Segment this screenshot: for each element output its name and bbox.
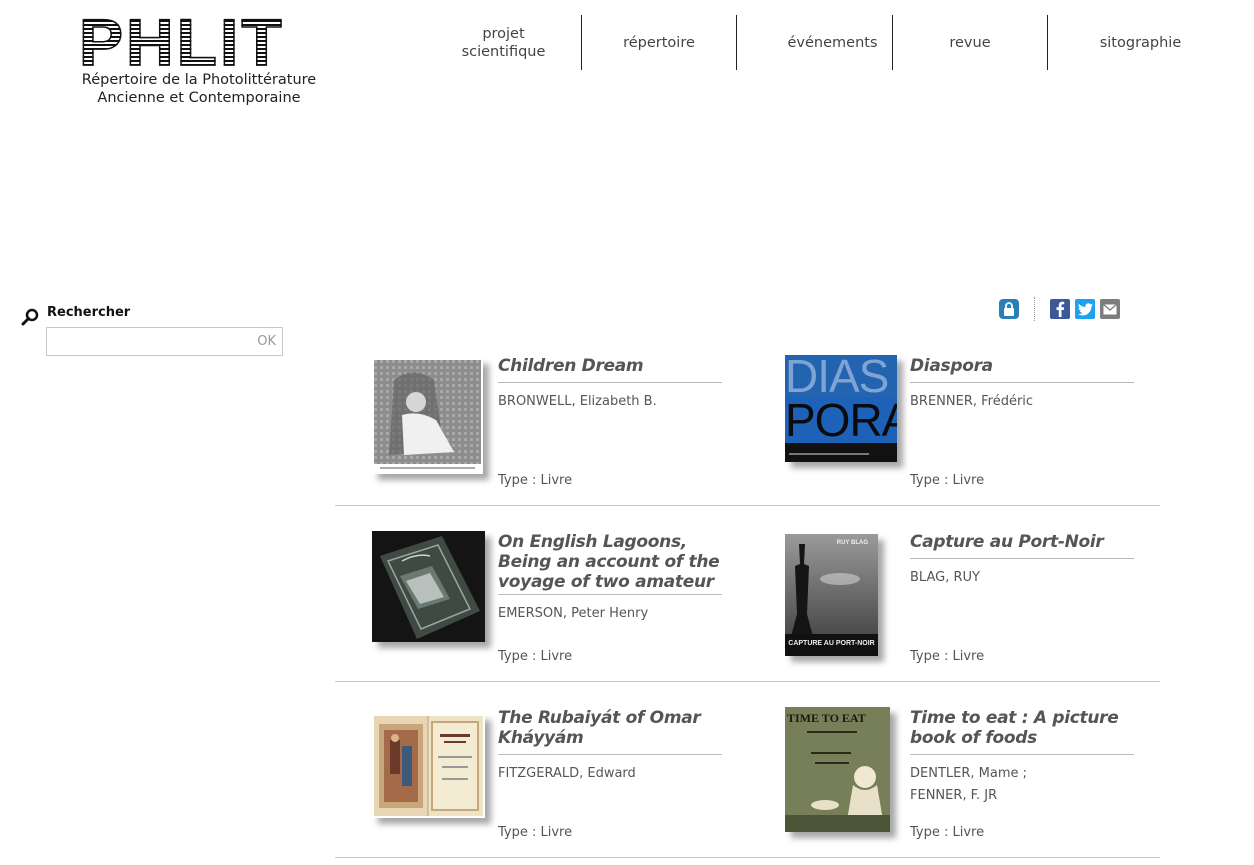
result-title[interactable]: Children Dream (498, 356, 722, 376)
result-card[interactable]: On English Lagoons, Being an account of … (370, 526, 770, 676)
result-title[interactable]: On English Lagoons, Being an account of … (498, 532, 722, 594)
cover-text-top: TIME TO EAT (787, 711, 866, 725)
result-author: EMERSON, Peter Henry (498, 606, 649, 621)
result-author-line2: FENNER, F. JR (910, 788, 998, 803)
title-rule (498, 754, 722, 755)
title-rule (910, 754, 1134, 755)
row-separator (335, 681, 1160, 682)
result-title[interactable]: Capture au Port-Noir (910, 532, 1134, 552)
result-card[interactable]: Children Dream BRONWELL, Elizabeth B. Ty… (370, 350, 770, 500)
result-type: Type : Livre (910, 649, 985, 664)
nav-item-label: sitographie (1099, 34, 1182, 51)
result-card[interactable]: The Rubaiyát of Omar Kháyyám FITZGERALD,… (370, 702, 770, 852)
logo-subtitle-line1: Répertoire de la Photolittérature (81, 72, 317, 88)
email-icon[interactable] (1100, 299, 1120, 319)
nav-item-label: répertoire (623, 34, 695, 51)
cover-text-top: DIAS (785, 355, 897, 399)
lock-icon[interactable] (999, 299, 1019, 319)
nav-item-label: projet scientifique (461, 25, 546, 60)
result-type: Type : Livre (910, 825, 985, 840)
search-label: Rechercher (47, 305, 131, 320)
book-cover-thumbnail[interactable]: RUY BLAG CAPTURE AU PORT-NOIR (785, 534, 878, 656)
share-divider (1034, 297, 1035, 321)
row-separator (335, 857, 1160, 858)
result-title[interactable]: Time to eat : A picture book of foods (910, 708, 1134, 748)
book-cover-thumbnail[interactable] (372, 531, 485, 642)
result-author: BRENNER, Frédéric (910, 394, 1034, 409)
nav-item-evenements[interactable]: événements (737, 15, 893, 70)
cover-text-top: RUY BLAG (836, 540, 868, 546)
facebook-icon[interactable] (1050, 299, 1070, 319)
title-rule (498, 382, 722, 383)
search-input[interactable] (47, 328, 242, 355)
result-author: BLAG, RUY (910, 570, 980, 585)
nav-item-repertoire[interactable]: répertoire (582, 15, 737, 70)
result-type: Type : Livre (498, 473, 573, 488)
cover-text-bottom: CAPTURE AU PORT-NOIR (788, 640, 875, 647)
nav-item-label: événements (787, 34, 878, 51)
twitter-icon[interactable] (1075, 299, 1095, 319)
result-type: Type : Livre (498, 649, 573, 664)
search-box: OK (46, 327, 283, 356)
result-author: BRONWELL, Elizabeth B. (498, 394, 657, 409)
logo-wordmark: PHLIT (78, 8, 319, 76)
main-nav: projet scientifique répertoire événement… (426, 15, 1233, 70)
result-card[interactable]: RUY BLAG CAPTURE AU PORT-NOIR Capture au… (782, 526, 1182, 676)
nav-item-label: revue (949, 34, 991, 51)
search-ok-button[interactable]: OK (257, 334, 276, 349)
result-type: Type : Livre (910, 473, 985, 488)
book-cover-thumbnail[interactable] (372, 358, 483, 474)
result-type: Type : Livre (498, 825, 573, 840)
nav-item-projet-scientifique[interactable]: projet scientifique (426, 15, 582, 70)
result-title[interactable]: Diaspora (910, 356, 1134, 376)
site-logo[interactable]: PHLIT Répertoire de la Photolittérature … (78, 8, 319, 107)
result-card[interactable]: DIAS PORA Diaspora BRENNER, Frédéric Typ… (782, 350, 1182, 500)
logo-subtitle-line2: Ancienne et Contemporaine (97, 90, 301, 106)
result-author: FITZGERALD, Edward (498, 766, 636, 781)
result-author-line1: DENTLER, Mame ; (910, 766, 1027, 781)
book-cover-thumbnail[interactable]: TIME TO EAT (785, 707, 890, 832)
title-rule (498, 594, 722, 595)
nav-item-revue[interactable]: revue (893, 15, 1048, 70)
result-title[interactable]: The Rubaiyát of Omar Kháyyám (498, 708, 722, 748)
cover-text-bottom: PORA (785, 397, 897, 443)
title-rule (910, 382, 1134, 383)
nav-item-sitographie[interactable]: sitographie (1048, 15, 1233, 70)
result-card[interactable]: TIME TO EAT Time to eat : A picture book… (782, 702, 1182, 852)
row-separator (335, 505, 1160, 506)
search-icon (21, 308, 39, 326)
book-cover-thumbnail[interactable]: DIAS PORA (785, 355, 897, 462)
book-cover-thumbnail[interactable] (372, 714, 485, 818)
title-rule (910, 558, 1134, 559)
